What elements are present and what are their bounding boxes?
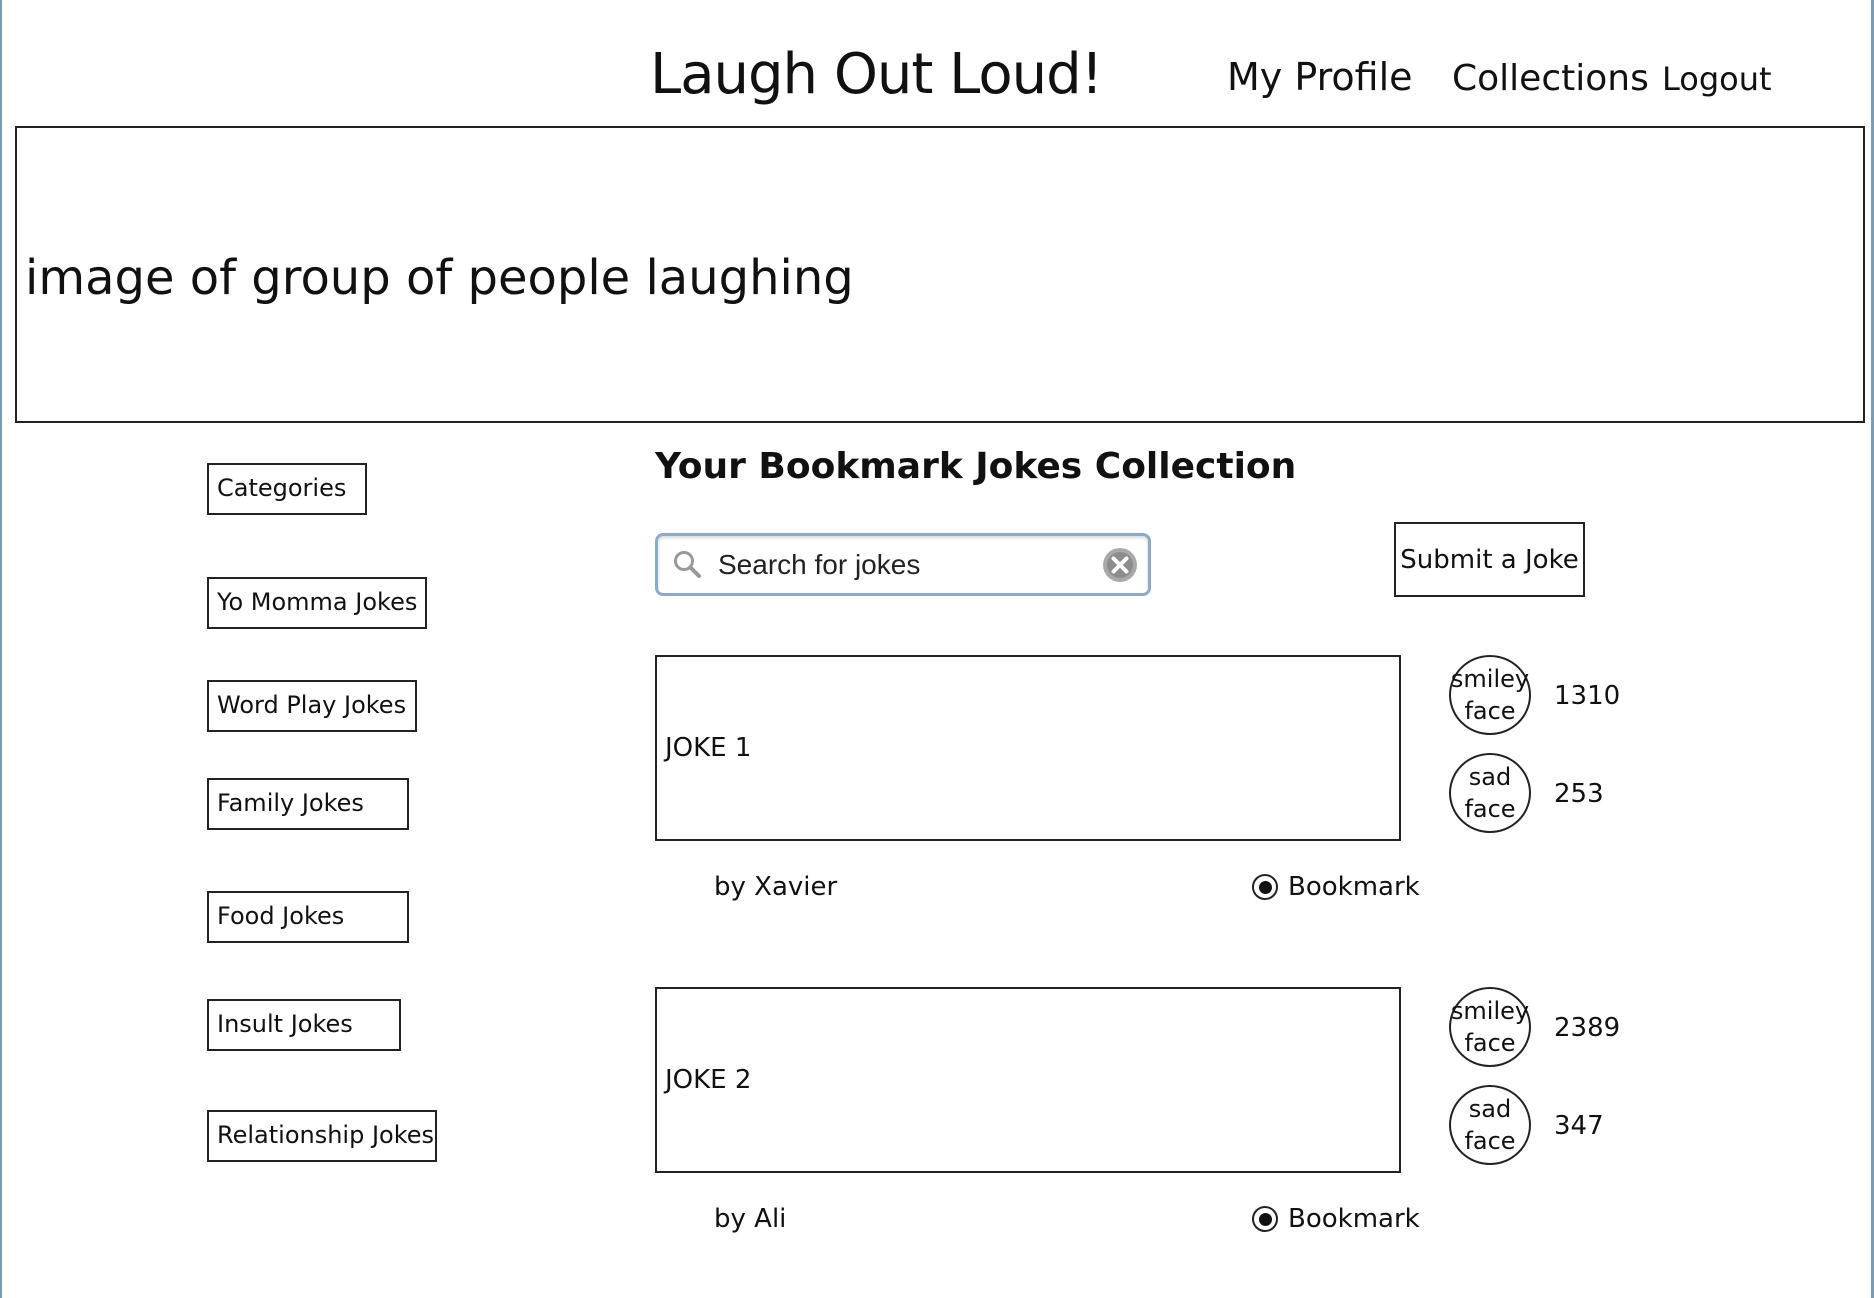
joke-card: JOKE 2 <box>655 987 1401 1173</box>
joke-text: JOKE 2 <box>665 1065 752 1095</box>
hero-image-placeholder: image of group of people laughing <box>15 126 1865 423</box>
bookmark-label: Bookmark <box>1288 1204 1420 1234</box>
sad-face-label-2: face <box>1464 795 1516 823</box>
category-relationship-jokes[interactable]: Relationship Jokes <box>207 1110 437 1162</box>
joke-text: JOKE 1 <box>665 733 752 763</box>
smiley-count: 2389 <box>1554 1013 1621 1043</box>
sad-count: 347 <box>1554 1111 1604 1141</box>
sad-count: 253 <box>1554 779 1604 809</box>
smiley-face-label-1: smiley <box>1450 665 1530 693</box>
smiley-face-label-2: face <box>1464 1029 1516 1057</box>
category-food-jokes[interactable]: Food Jokes <box>207 891 409 943</box>
category-word-play-jokes[interactable]: Word Play Jokes <box>207 680 417 732</box>
nav-my-profile[interactable]: My Profile <box>1227 55 1413 99</box>
submit-joke-button[interactable]: Submit a Joke <box>1394 522 1585 597</box>
category-yo-momma-jokes[interactable]: Yo Momma Jokes <box>207 577 427 629</box>
radio-selected-icon <box>1252 1206 1278 1232</box>
search-box[interactable] <box>655 533 1151 596</box>
joke-card: JOKE 1 <box>655 655 1401 841</box>
nav-collections[interactable]: Collections <box>1452 58 1649 99</box>
sad-face-button[interactable]: sad face <box>1449 753 1531 833</box>
clear-icon[interactable] <box>1102 547 1138 583</box>
search-icon <box>674 551 701 578</box>
joke-author: by Xavier <box>714 872 838 902</box>
bookmark-toggle[interactable]: Bookmark <box>1252 1204 1420 1234</box>
smiley-face-label-1: smiley <box>1450 997 1530 1025</box>
bookmark-label: Bookmark <box>1288 872 1420 902</box>
sad-face-label-2: face <box>1464 1127 1516 1155</box>
radio-selected-icon <box>1252 874 1278 900</box>
sad-face-button[interactable]: sad face <box>1449 1085 1531 1165</box>
search-input[interactable] <box>716 542 1090 588</box>
smiley-count: 1310 <box>1554 681 1621 711</box>
bookmark-toggle[interactable]: Bookmark <box>1252 872 1420 902</box>
hero-image-caption: image of group of people laughing <box>25 250 854 306</box>
categories-heading: Categories <box>207 463 367 515</box>
window-frame-left <box>0 0 2 1298</box>
joke-author: by Ali <box>714 1204 787 1234</box>
smiley-face-button[interactable]: smiley face <box>1449 655 1531 735</box>
collection-title: Your Bookmark Jokes Collection <box>655 446 1297 487</box>
category-family-jokes[interactable]: Family Jokes <box>207 778 409 830</box>
category-insult-jokes[interactable]: Insult Jokes <box>207 999 401 1051</box>
smiley-face-label-2: face <box>1464 697 1516 725</box>
nav-logout[interactable]: Logout <box>1662 60 1772 98</box>
sad-face-label-1: sad <box>1468 763 1512 791</box>
sad-face-label-1: sad <box>1468 1095 1512 1123</box>
smiley-face-button[interactable]: smiley face <box>1449 987 1531 1067</box>
site-title: Laugh Out Loud! <box>650 42 1103 107</box>
